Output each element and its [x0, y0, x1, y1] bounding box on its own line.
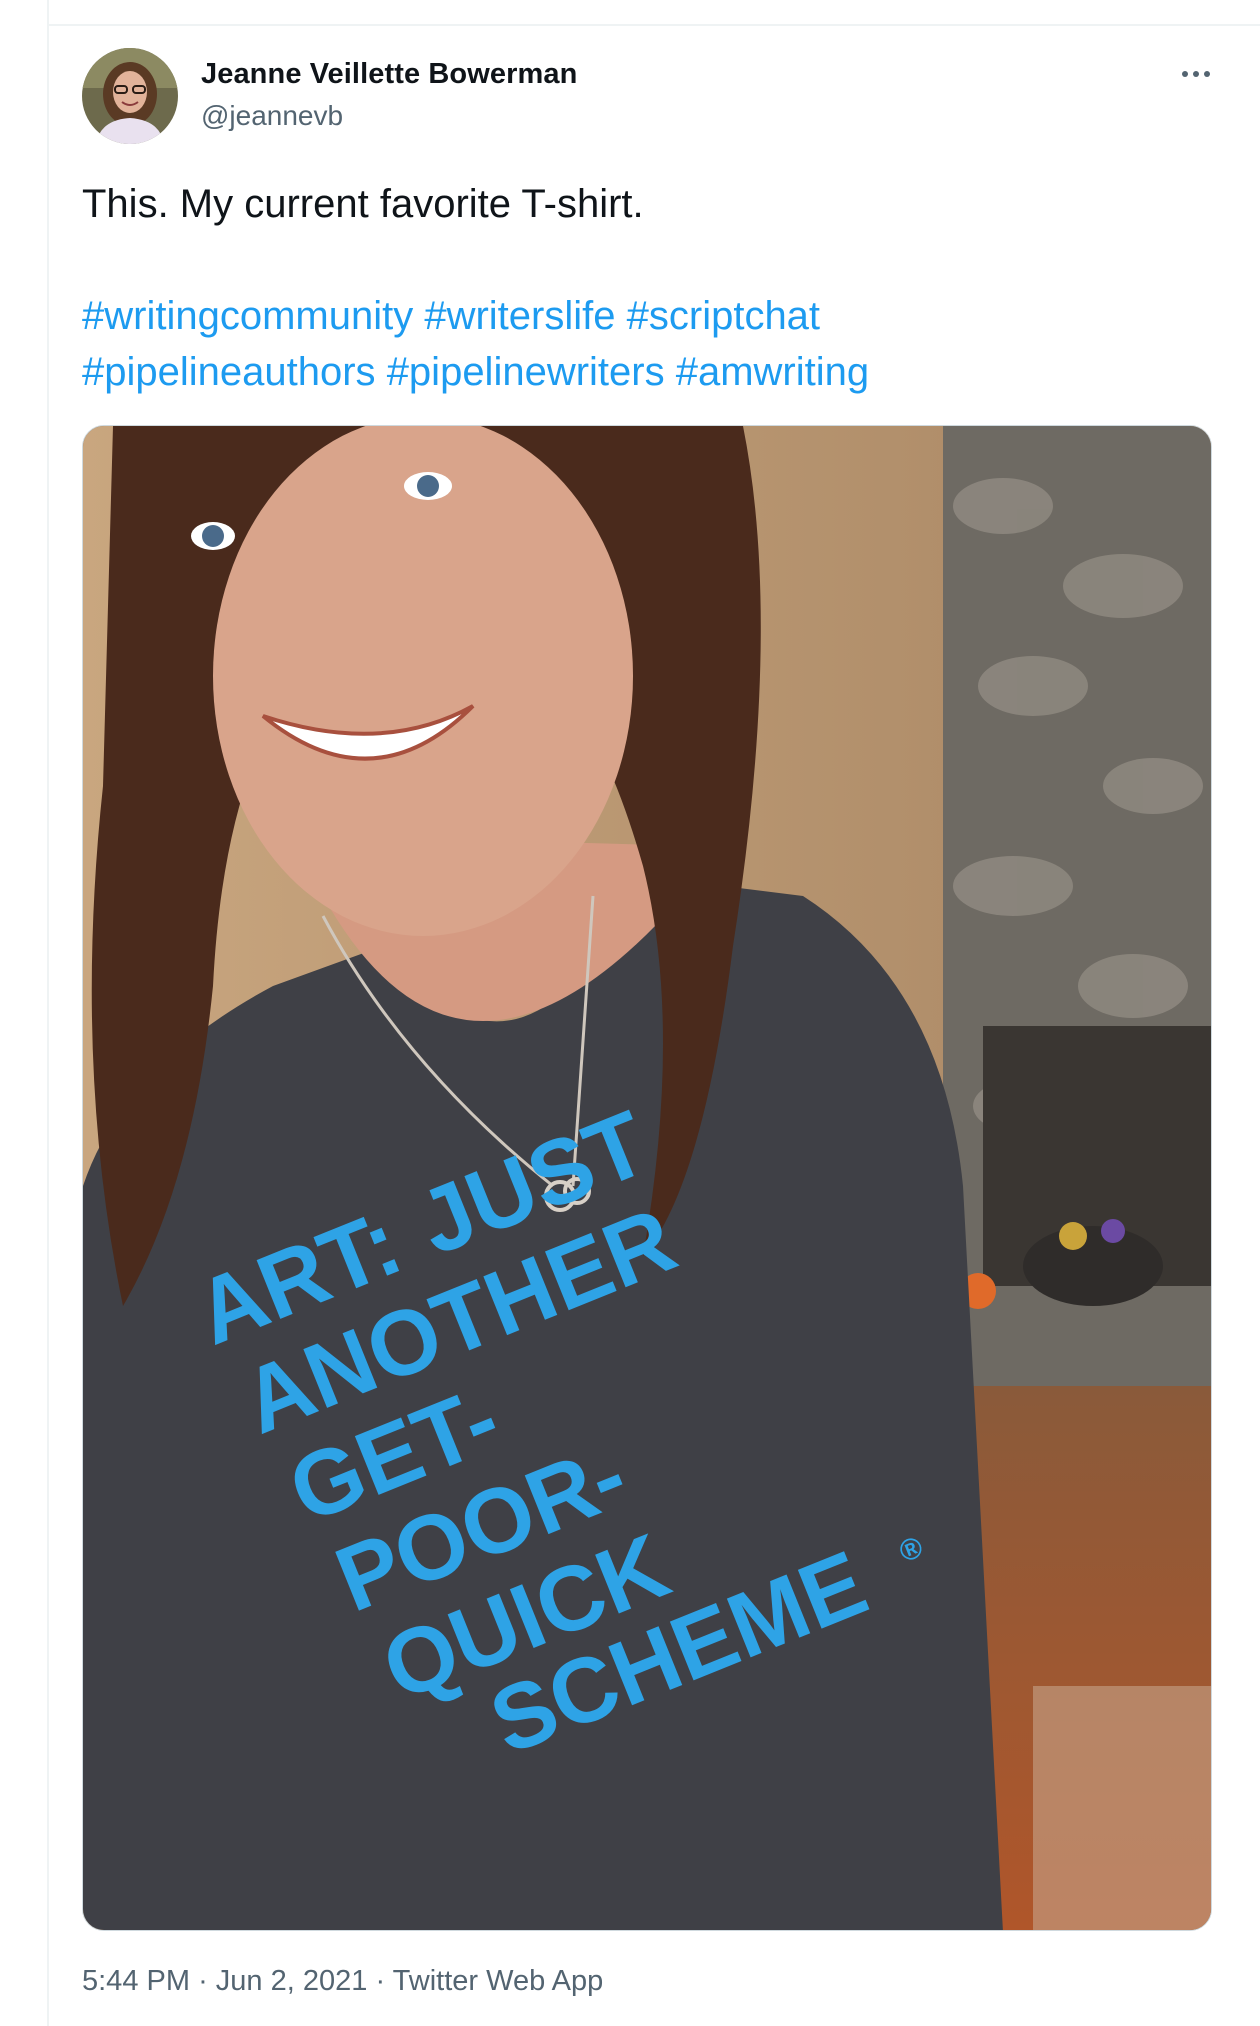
tweet-source[interactable]: Twitter Web App: [393, 1965, 604, 1997]
tweet-time[interactable]: 5:44 PM: [82, 1965, 190, 1997]
photo-selfie-tshirt: ART: JUST ANOTHER GET- POOR- QUICK SCHEM…: [83, 426, 1211, 1930]
hashtag-link[interactable]: #writerslife: [424, 294, 615, 338]
more-horizontal-icon: [1182, 71, 1210, 77]
tweet-hashtags: #writingcommunity #writerslife #scriptch…: [82, 288, 1202, 400]
hashtag-link[interactable]: #amwriting: [676, 350, 869, 394]
hashtag-row: #pipelineauthors #pipelinewriters #amwri…: [82, 344, 1202, 400]
hashtag-link[interactable]: #pipelinewriters: [387, 350, 665, 394]
meta-separator: ·: [198, 1965, 208, 1997]
author-display-name[interactable]: Jeanne Veillette Bowerman: [201, 58, 577, 91]
hashtag-link[interactable]: #scriptchat: [627, 294, 820, 338]
meta-separator: ·: [375, 1965, 386, 1997]
tweet-top-divider: [47, 24, 1260, 26]
avatar-image: [82, 48, 178, 144]
tweet-text-line: This. My current favorite T-shirt.: [82, 182, 644, 226]
tweet-text: This. My current favorite T-shirt.: [82, 176, 1202, 232]
avatar[interactable]: [82, 48, 178, 144]
more-options-button[interactable]: [1166, 54, 1226, 94]
tweet-metadata: 5:44 PM · Jun 2, 2021 · Twitter Web App: [82, 1965, 603, 1998]
timeline-left-border: [47, 0, 49, 2026]
tweet-photo[interactable]: ART: JUST ANOTHER GET- POOR- QUICK SCHEM…: [82, 425, 1212, 1931]
tweet-date[interactable]: Jun 2, 2021: [216, 1965, 368, 1997]
hashtag-row: #writingcommunity #writerslife #scriptch…: [82, 288, 1202, 344]
author-handle[interactable]: @jeannevb: [201, 100, 343, 132]
hashtag-link[interactable]: #pipelineauthors: [82, 350, 376, 394]
hashtag-link[interactable]: #writingcommunity: [82, 294, 413, 338]
